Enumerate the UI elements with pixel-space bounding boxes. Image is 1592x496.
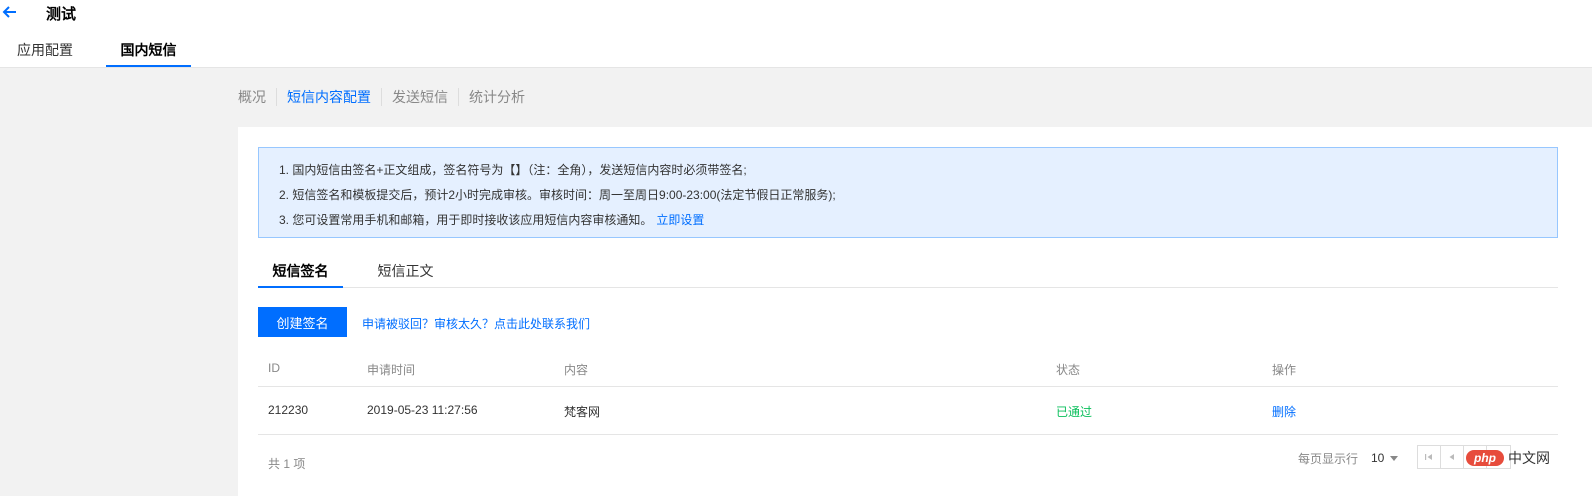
subnav-statistics[interactable]: 统计分析 <box>458 88 535 106</box>
prev-page-icon <box>1449 454 1454 460</box>
notice-line-1: 1. 国内短信由签名+正文组成，签名符号为【】（注：全角），发送短信内容时必须带… <box>279 163 747 177</box>
prev-page-button[interactable] <box>1441 446 1464 468</box>
sub-navigation: 概况 短信内容配置 发送短信 统计分析 <box>238 86 535 108</box>
total-count: 共 1 项 <box>268 457 306 471</box>
watermark: php 中文网 <box>1466 447 1550 469</box>
create-signature-button[interactable]: 创建签名 <box>258 307 347 337</box>
watermark-text: 中文网 <box>1508 450 1550 466</box>
col-apply-time: 申请时间 <box>367 363 416 377</box>
inner-tabs: 短信签名 短信正文 <box>258 257 1558 288</box>
col-action: 操作 <box>1272 363 1297 377</box>
first-page-icon <box>1425 454 1432 460</box>
tab-sms-body[interactable]: 短信正文 <box>363 257 448 288</box>
col-content: 内容 <box>564 363 589 377</box>
col-status: 状态 <box>1056 363 1081 377</box>
back-arrow-icon[interactable] <box>0 2 20 22</box>
page-title: 测试 <box>46 6 77 23</box>
per-page-label: 每页显示行 <box>1298 452 1359 466</box>
top-bar: 测试 应用配置 国内短信 <box>0 0 1592 68</box>
subnav-sms-content-config[interactable]: 短信内容配置 <box>276 88 381 106</box>
subnav-send-sms[interactable]: 发送短信 <box>381 88 458 106</box>
tab-domestic-sms[interactable]: 国内短信 <box>106 38 191 67</box>
signature-table: ID 申请时间 内容 状态 操作 212230 2019-05-23 11:27… <box>258 352 1558 435</box>
col-id: ID <box>268 361 280 375</box>
notice-line-3: 3. 您可设置常用手机和邮箱，用于即时接收该应用短信内容审核通知。 立即设置 <box>279 208 1557 233</box>
help-contact-link[interactable]: 申请被驳回？审核太久？点击此处联系我们 <box>362 315 590 332</box>
subnav-overview[interactable]: 概况 <box>238 88 276 106</box>
status-badge: 已通过 <box>1056 405 1093 419</box>
table-header: ID 申请时间 内容 状态 操作 <box>258 352 1558 387</box>
first-page-button[interactable] <box>1418 446 1441 468</box>
content-card: 1. 国内短信由签名+正文组成，签名符号为【】（注：全角），发送短信内容时必须带… <box>238 127 1592 496</box>
watermark-badge: php <box>1466 450 1504 466</box>
cell-id: 212230 <box>268 403 309 417</box>
notice-line-3-text: 3. 您可设置常用手机和邮箱，用于即时接收该应用短信内容审核通知。 <box>279 213 653 227</box>
per-page-value: 10 <box>1371 451 1385 465</box>
tab-app-config[interactable]: 应用配置 <box>16 38 74 67</box>
cell-apply-time: 2019-05-23 11:27:56 <box>367 403 478 417</box>
tab-sms-signature[interactable]: 短信签名 <box>258 257 343 288</box>
notice-box: 1. 国内短信由签名+正文组成，签名符号为【】（注：全角），发送短信内容时必须带… <box>258 147 1558 238</box>
cell-content: 梵客网 <box>564 405 601 419</box>
table-row: 212230 2019-05-23 11:27:56 梵客网 已通过 删除 <box>258 387 1558 435</box>
caret-down-icon <box>1390 455 1399 461</box>
per-page-select[interactable]: 10 <box>1371 447 1399 469</box>
notice-line-2: 2. 短信签名和模板提交后，预计2小时完成审核。审核时间：周一至周日9:00-2… <box>279 188 836 202</box>
set-now-link[interactable]: 立即设置 <box>656 213 704 227</box>
delete-link[interactable]: 删除 <box>1272 403 1296 420</box>
